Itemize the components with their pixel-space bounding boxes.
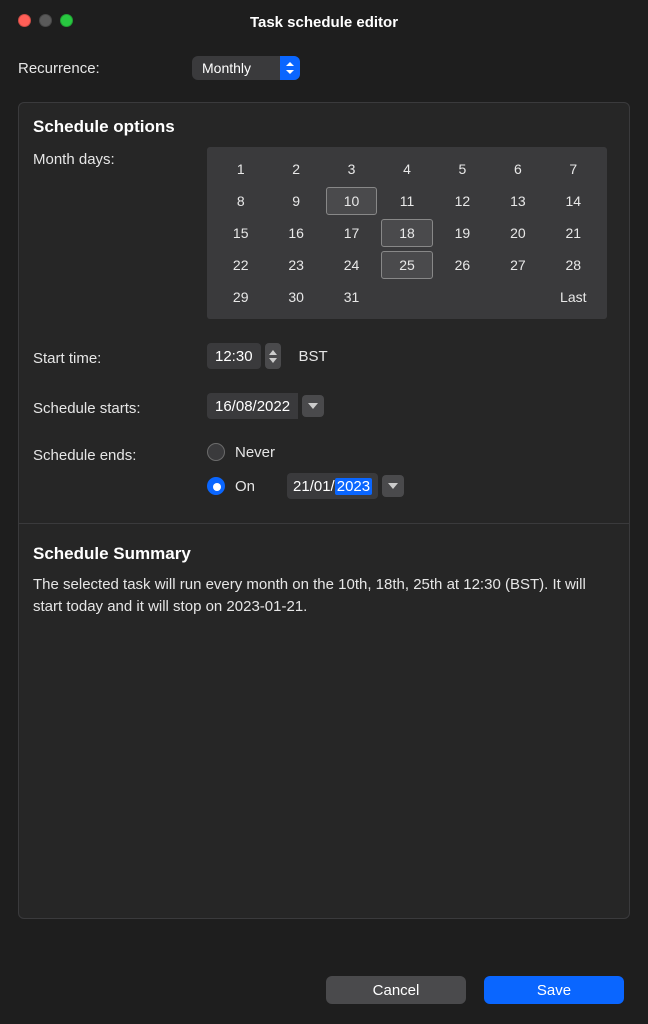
day-cell[interactable]: 28: [548, 251, 599, 279]
day-cell[interactable]: 10: [326, 187, 377, 215]
ends-never-label: Never: [235, 444, 275, 461]
day-cell[interactable]: 4: [381, 155, 432, 183]
day-cell[interactable]: 3: [326, 155, 377, 183]
day-cell[interactable]: 6: [492, 155, 543, 183]
day-cell[interactable]: 24: [326, 251, 377, 279]
day-cell[interactable]: 2: [270, 155, 321, 183]
stepper-up-icon: [269, 350, 277, 355]
day-cell[interactable]: 15: [215, 219, 266, 247]
schedule-starts-dropdown[interactable]: [302, 395, 324, 417]
day-cell[interactable]: 21: [548, 219, 599, 247]
start-time-input[interactable]: 12:30: [207, 343, 261, 369]
day-cell[interactable]: 30: [270, 283, 321, 311]
minimize-window-button[interactable]: [39, 14, 52, 27]
chevron-down-icon: [388, 483, 398, 489]
day-cell[interactable]: 17: [326, 219, 377, 247]
ends-on-date-year: 2023: [335, 478, 372, 495]
schedule-starts-label: Schedule starts:: [33, 396, 207, 417]
divider: [19, 523, 629, 524]
month-days-label: Month days:: [33, 147, 207, 319]
cancel-button[interactable]: Cancel: [326, 976, 466, 1004]
schedule-summary-title: Schedule Summary: [33, 544, 615, 564]
ends-on-label: On: [235, 478, 255, 495]
zoom-window-button[interactable]: [60, 14, 73, 27]
day-cell[interactable]: 25: [381, 251, 432, 279]
day-cell[interactable]: Last: [548, 283, 599, 311]
timezone-label: BST: [299, 348, 328, 365]
day-cell[interactable]: 20: [492, 219, 543, 247]
day-cell[interactable]: 9: [270, 187, 321, 215]
ends-on-date-dropdown[interactable]: [382, 475, 404, 497]
recurrence-label: Recurrence:: [18, 60, 192, 77]
chevron-updown-icon: [280, 56, 300, 80]
start-time-label: Start time:: [33, 346, 207, 367]
window-controls: [18, 14, 73, 27]
stepper-down-icon: [269, 358, 277, 363]
day-cell[interactable]: 31: [326, 283, 377, 311]
day-cell[interactable]: 5: [437, 155, 488, 183]
day-cell[interactable]: 22: [215, 251, 266, 279]
day-cell[interactable]: 26: [437, 251, 488, 279]
day-cell[interactable]: 19: [437, 219, 488, 247]
schedule-options-panel: Schedule options Month days: 12345678910…: [18, 102, 630, 919]
day-cell[interactable]: 16: [270, 219, 321, 247]
day-cell[interactable]: 11: [381, 187, 432, 215]
schedule-starts-input[interactable]: 16/08/2022: [207, 393, 298, 419]
chevron-down-icon: [308, 403, 318, 409]
window-title: Task schedule editor: [250, 14, 398, 31]
day-cell[interactable]: 13: [492, 187, 543, 215]
day-cell[interactable]: 12: [437, 187, 488, 215]
day-cell[interactable]: 1: [215, 155, 266, 183]
day-cell[interactable]: 27: [492, 251, 543, 279]
titlebar: Task schedule editor: [0, 0, 648, 44]
start-time-stepper[interactable]: [265, 343, 281, 369]
ends-on-radio[interactable]: [207, 477, 225, 495]
day-cell[interactable]: 18: [381, 219, 432, 247]
ends-on-date-input[interactable]: 21/01/2023: [287, 473, 378, 499]
schedule-summary-body: The selected task will run every month o…: [33, 574, 615, 918]
day-cell[interactable]: 14: [548, 187, 599, 215]
day-cell[interactable]: 7: [548, 155, 599, 183]
ends-on-date-prefix: 21/01/: [293, 478, 335, 495]
save-button[interactable]: Save: [484, 976, 624, 1004]
ends-never-radio[interactable]: [207, 443, 225, 461]
day-cell[interactable]: 29: [215, 283, 266, 311]
recurrence-select[interactable]: Monthly: [192, 56, 300, 80]
day-cell[interactable]: 23: [270, 251, 321, 279]
schedule-ends-label: Schedule ends:: [33, 443, 207, 499]
day-cell[interactable]: 8: [215, 187, 266, 215]
close-window-button[interactable]: [18, 14, 31, 27]
month-days-grid: 1234567891011121314151617181920212223242…: [207, 147, 607, 319]
recurrence-value: Monthly: [192, 60, 251, 76]
schedule-options-title: Schedule options: [33, 117, 615, 137]
